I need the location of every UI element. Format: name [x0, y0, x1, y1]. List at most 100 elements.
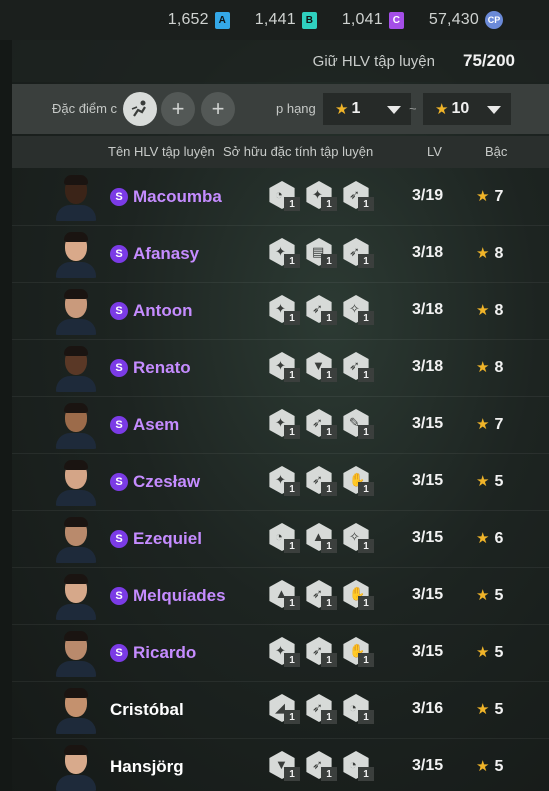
- coach-count-label: Giữ HLV tập luyện: [312, 52, 435, 70]
- trait-badge[interactable]: ➶ 1: [305, 580, 339, 612]
- trait-level: 1: [284, 710, 300, 724]
- coach-row[interactable]: S Czesław ✦ 1 ➶ 1 ✋ 1 3/15 ★ 5: [12, 454, 549, 511]
- trait-badge[interactable]: ◔ 1: [342, 694, 376, 726]
- coach-grade: ★ 8: [476, 244, 503, 263]
- coach-row[interactable]: Hansjörg ▼ 1 ➶ 1 ◔ 1 3/15 ★ 5: [12, 739, 549, 791]
- trait-badge[interactable]: ➶ 1: [305, 466, 339, 498]
- trait-badge[interactable]: ▲ 1: [268, 580, 302, 612]
- trait-badge[interactable]: ✦ 1: [268, 637, 302, 669]
- coach-grade-value: 5: [494, 758, 504, 775]
- coach-avatar: [54, 173, 98, 221]
- coach-row[interactable]: S Antoon ✦ 1 ➶ 1 ✧ 1 3/18 ★ 8: [12, 283, 549, 340]
- trait-badge[interactable]: ✋ 1: [342, 637, 376, 669]
- trait-badge[interactable]: ✦ 1: [268, 238, 302, 270]
- coach-avatar: [54, 572, 98, 620]
- trait-badge[interactable]: ◔ 1: [268, 523, 302, 555]
- column-name[interactable]: Tên HLV tập luyện: [108, 144, 215, 159]
- currency-b: 1,441 B: [255, 11, 317, 29]
- add-trait-button-1[interactable]: +: [161, 92, 195, 126]
- trait-level: 1: [321, 539, 337, 553]
- coach-name: Cristóbal: [110, 700, 184, 719]
- filter-bar: Đặc điểm c + + p hạng ★ 1 ~ ★ 10: [12, 84, 549, 134]
- trait-badge[interactable]: ➶ 1: [342, 181, 376, 213]
- trait-level: 1: [358, 482, 374, 496]
- coach-row[interactable]: S Renato ✦ 1 ▼ 1 ➶ 1 3/18 ★ 8: [12, 340, 549, 397]
- coach-lv: 3/15: [412, 472, 444, 489]
- special-badge: S: [110, 644, 128, 662]
- column-grade[interactable]: Bậc: [485, 144, 507, 159]
- trait-badge[interactable]: ◔ 1: [342, 751, 376, 783]
- coach-name: Melquíades: [133, 586, 226, 605]
- coach-row[interactable]: S Melquíades ▲ 1 ➶ 1 ✋ 1 3/15 ★ 5: [12, 568, 549, 625]
- star-icon: ★: [476, 701, 490, 718]
- trait-badge[interactable]: ▲ 1: [305, 523, 339, 555]
- grade-max-dropdown[interactable]: ★ 10: [423, 93, 511, 125]
- trait-badge[interactable]: ✋ 1: [342, 466, 376, 498]
- trait-badge[interactable]: ◢ 1: [268, 694, 302, 726]
- coach-grade-value: 6: [494, 530, 504, 547]
- trait-badge[interactable]: ◔ 1: [268, 181, 302, 213]
- coach-row[interactable]: S Macoumba ◔ 1 ✦ 1 ➶ 1 3/19 ★ 7: [12, 169, 549, 226]
- trait-badge[interactable]: ✦ 1: [268, 295, 302, 327]
- trait-level: 1: [358, 710, 374, 724]
- trait-badge[interactable]: ➶ 1: [342, 352, 376, 384]
- trait-badge[interactable]: ▼ 1: [305, 352, 339, 384]
- trait-badge[interactable]: ✎ 1: [342, 409, 376, 441]
- coach-name: Antoon: [133, 301, 193, 320]
- coach-avatar: [54, 515, 98, 563]
- currency-b-amount: 1,441: [254, 11, 296, 28]
- coach-row[interactable]: S Asem ✦ 1 ➶ 1 ✎ 1 3/15 ★ 7: [12, 397, 549, 454]
- trait-badge[interactable]: ▼ 1: [268, 751, 302, 783]
- column-traits[interactable]: Sở hữu đặc tính tập luyện: [223, 144, 373, 159]
- trait-badge[interactable]: ➶ 1: [305, 694, 339, 726]
- star-icon: ★: [476, 245, 490, 262]
- coach-avatar: [54, 401, 98, 449]
- coach-grade: ★ 5: [476, 472, 503, 491]
- column-lv[interactable]: LV: [427, 144, 442, 159]
- coach-row[interactable]: S Ezequiel ◔ 1 ▲ 1 ✧ 1 3/15 ★ 6: [12, 511, 549, 568]
- coach-avatar: [54, 458, 98, 506]
- left-edge: [0, 40, 12, 791]
- coach-row[interactable]: Cristóbal ◢ 1 ➶ 1 ◔ 1 3/16 ★ 5: [12, 682, 549, 739]
- trait-badge[interactable]: ✋ 1: [342, 580, 376, 612]
- special-badge: S: [110, 188, 128, 206]
- grade-min-dropdown[interactable]: ★ 1: [323, 93, 411, 125]
- trait-badge[interactable]: ✦ 1: [268, 466, 302, 498]
- trait-level: 1: [321, 425, 337, 439]
- trait-badge[interactable]: ➶ 1: [305, 295, 339, 327]
- trait-badge[interactable]: ✦ 1: [268, 409, 302, 441]
- coach-row[interactable]: S Ricardo ✦ 1 ➶ 1 ✋ 1 3/15 ★ 5: [12, 625, 549, 682]
- star-icon: ★: [476, 530, 490, 547]
- trait-badge[interactable]: ✧ 1: [342, 295, 376, 327]
- trait-badge[interactable]: ➶ 1: [305, 409, 339, 441]
- trait-badge[interactable]: ▤ 1: [305, 238, 339, 270]
- trait-badge[interactable]: ➶ 1: [305, 637, 339, 669]
- coach-name: Hansjörg: [110, 757, 184, 776]
- trait-level: 1: [358, 653, 374, 667]
- coach-lv: 3/15: [412, 529, 444, 546]
- coach-grade: ★ 5: [476, 757, 503, 776]
- coach-row[interactable]: S Afanasy ✦ 1 ▤ 1 ➶ 1 3/18 ★ 8: [12, 226, 549, 283]
- trait-badge[interactable]: ➶ 1: [305, 751, 339, 783]
- grade-max-value: 10: [451, 100, 470, 117]
- trait-badge[interactable]: ✧ 1: [342, 523, 376, 555]
- trait-badge[interactable]: ➶ 1: [342, 238, 376, 270]
- whistle-icon: ◔: [275, 529, 283, 544]
- trait-badge[interactable]: ✦ 1: [268, 352, 302, 384]
- trait-level: 1: [358, 368, 374, 382]
- add-trait-button-2[interactable]: +: [201, 92, 235, 126]
- special-badge: S: [110, 530, 128, 548]
- trait-level: 1: [284, 596, 300, 610]
- special-badge: S: [110, 473, 128, 491]
- coach-lv: 3/15: [412, 586, 444, 603]
- star-icon: ★: [335, 101, 349, 118]
- trait-badge[interactable]: ✦ 1: [305, 181, 339, 213]
- currency-b-icon: B: [301, 11, 317, 29]
- trait-filter-selected[interactable]: [123, 92, 157, 126]
- currency-cp-amount: 57,430: [428, 11, 479, 28]
- coach-lv: 3/19: [412, 187, 444, 204]
- trait-level: 1: [284, 197, 300, 211]
- coach-lv: 3/15: [412, 643, 444, 660]
- coach-avatar: [54, 686, 98, 734]
- star-icon: ★: [476, 188, 490, 205]
